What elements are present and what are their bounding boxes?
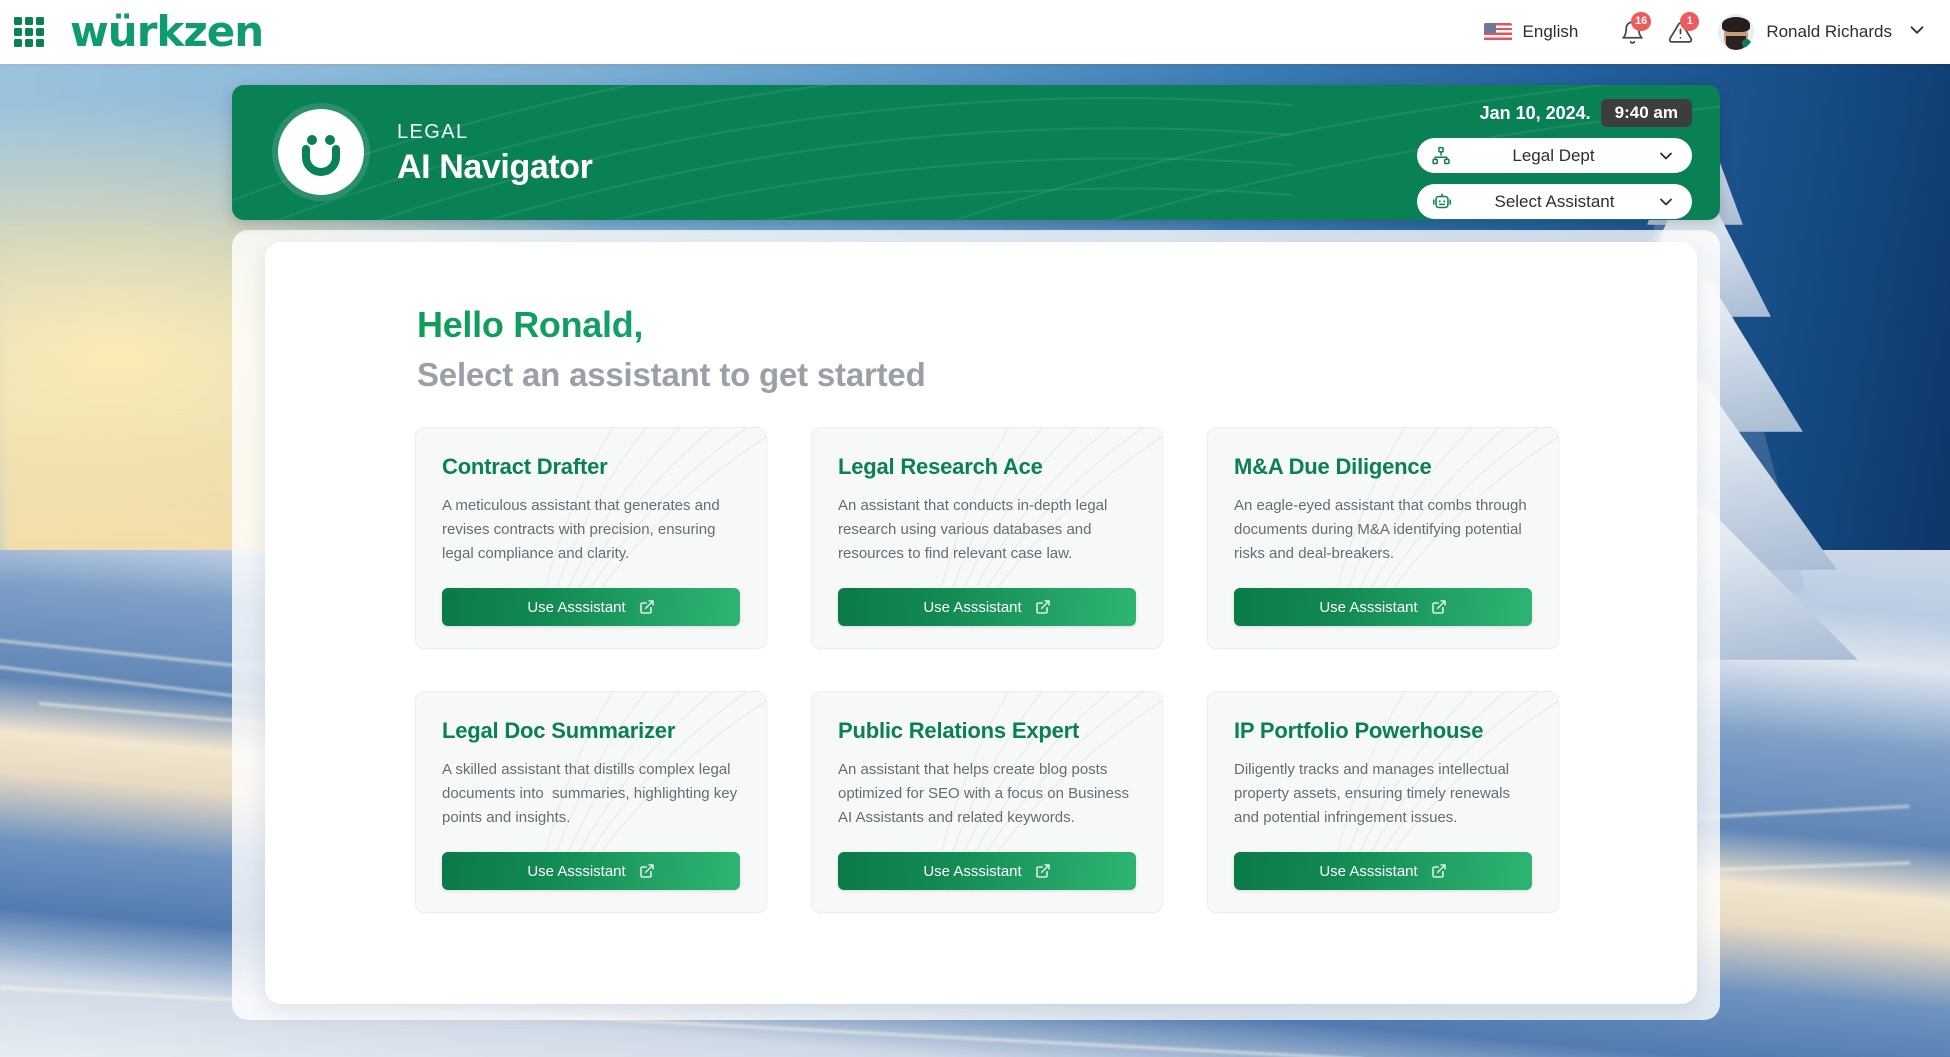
assistant-value: Select Assistant	[1494, 191, 1615, 211]
assistant-card[interactable]: M&A Due Diligence An eagle-eyed assistan…	[1207, 427, 1559, 649]
card-title: IP Portfolio Powerhouse	[1234, 718, 1484, 743]
user-name-label: Ronald Richards	[1766, 22, 1892, 41]
page-subtitle: Select an assistant to get started	[417, 356, 926, 393]
use-assistant-label: Use Asssistant	[923, 598, 1022, 616]
greeting-block: Hello Ronald, Select an assistant to get…	[417, 304, 926, 394]
use-assistant-label: Use Asssistant	[923, 862, 1022, 880]
apps-grid-icon[interactable]	[14, 17, 44, 47]
assistant-card[interactable]: Legal Research Ace An assistant that con…	[811, 427, 1163, 649]
assistant-chevron-down-icon	[1660, 198, 1672, 205]
card-description: An assistant that conducts in-depth lega…	[838, 497, 1112, 562]
notifications-button[interactable]: 16	[1612, 12, 1652, 52]
external-link-icon	[1036, 864, 1050, 878]
content-panel: Hello Ronald, Select an assistant to get…	[265, 242, 1697, 1004]
use-assistant-label: Use Asssistant	[1319, 862, 1418, 880]
card-description: A meticulous assistant that generates an…	[442, 497, 724, 562]
date-time-row: Jan 10, 2024. 9:40 am	[1417, 99, 1692, 127]
use-assistant-button[interactable]: Use Asssistant	[838, 852, 1136, 890]
card-title: Contract Drafter	[442, 454, 608, 479]
card-description: Diligently tracks and manages intellectu…	[1234, 761, 1515, 826]
use-assistant-label: Use Asssistant	[527, 598, 626, 616]
external-link-icon	[640, 864, 654, 878]
robot-icon	[1432, 193, 1452, 208]
brand-logo-text[interactable]: würkzen	[70, 11, 264, 53]
current-date: Jan 10, 2024.	[1479, 102, 1591, 123]
ai-navigator-banner: LEGAL AI Navigator Jan 10, 2024. 9:40 am…	[232, 85, 1720, 220]
notifications-badge: 16	[1631, 12, 1652, 31]
external-link-icon	[1432, 864, 1446, 878]
external-link-icon	[640, 600, 654, 614]
use-assistant-label: Use Asssistant	[1319, 598, 1418, 616]
banner-title-block: LEGAL AI Navigator	[397, 121, 593, 187]
user-avatar[interactable]	[1718, 14, 1755, 50]
card-description: An eagle-eyed assistant that combs throu…	[1234, 497, 1531, 562]
assistant-card[interactable]: Contract Drafter A meticulous assistant …	[415, 427, 767, 649]
external-link-icon	[1432, 600, 1446, 614]
topbar-right-controls: English 16 1 Ronald Richards	[1483, 12, 1928, 52]
language-label: English	[1522, 22, 1579, 41]
assistant-card[interactable]: Legal Doc Summarizer A skilled assistant…	[415, 691, 767, 913]
banner-controls: Jan 10, 2024. 9:40 am Legal Dept Select …	[1417, 99, 1692, 219]
us-flag-icon	[1483, 22, 1512, 42]
smiley-face-icon	[302, 135, 340, 176]
top-navigation-bar: würkzen English 16 1 Ronald Richards	[0, 0, 1950, 64]
wurkzen-smiley-logo	[278, 109, 364, 195]
language-selector[interactable]: English	[1483, 22, 1579, 42]
alerts-badge: 1	[1680, 12, 1700, 31]
use-assistant-button[interactable]: Use Asssistant	[442, 588, 740, 626]
user-menu-chevron-down-icon[interactable]	[1906, 19, 1928, 46]
card-description: A skilled assistant that distills comple…	[442, 761, 742, 826]
use-assistant-button[interactable]: Use Asssistant	[838, 588, 1136, 626]
department-select[interactable]: Legal Dept	[1417, 138, 1692, 173]
current-time: 9:40 am	[1600, 99, 1692, 127]
use-assistant-label: Use Asssistant	[527, 862, 626, 880]
use-assistant-button[interactable]: Use Asssistant	[1234, 852, 1532, 890]
use-assistant-button[interactable]: Use Asssistant	[442, 852, 740, 890]
card-title: Legal Research Ace	[838, 454, 1043, 479]
banner-eyebrow: LEGAL	[397, 121, 469, 143]
assistant-card[interactable]: Public Relations Expert An assistant tha…	[811, 691, 1163, 913]
use-assistant-button[interactable]: Use Asssistant	[1234, 588, 1532, 626]
org-chart-icon	[1432, 146, 1450, 164]
external-link-icon	[1036, 600, 1050, 614]
alerts-button[interactable]: 1	[1660, 12, 1700, 52]
department-value: Legal Dept	[1512, 145, 1595, 165]
card-title: Legal Doc Summarizer	[442, 718, 676, 743]
card-title: Public Relations Expert	[838, 718, 1080, 743]
banner-title: AI Navigator	[397, 148, 593, 186]
assistant-card-grid: Contract Drafter A meticulous assistant …	[415, 427, 1559, 913]
department-chevron-down-icon	[1660, 152, 1672, 159]
page-title: Hello Ronald,	[417, 304, 926, 346]
assistant-select[interactable]: Select Assistant	[1417, 184, 1692, 219]
card-description: An assistant that helps create blog post…	[838, 761, 1133, 826]
assistant-card[interactable]: IP Portfolio Powerhouse Diligently track…	[1207, 691, 1559, 913]
card-title: M&A Due Diligence	[1234, 454, 1432, 479]
